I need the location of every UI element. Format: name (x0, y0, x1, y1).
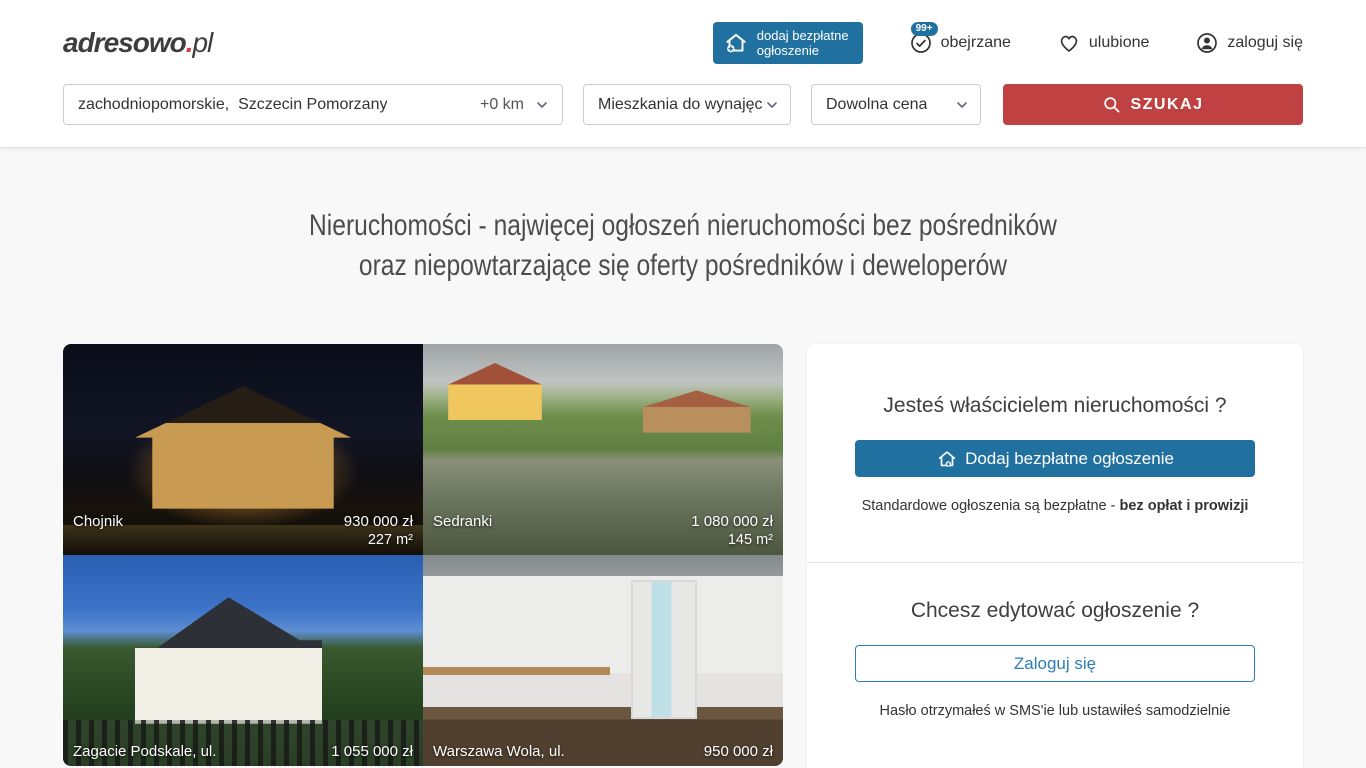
add-listing-label: dodaj bezpłatneogłoszenie (757, 28, 849, 58)
logo-tld: pl (192, 27, 212, 58)
listing-price: 950 000 zł (704, 742, 773, 761)
chevron-down-icon (764, 97, 780, 113)
listing-card[interactable]: Chojnik 930 000 zł 227 m² (63, 344, 423, 555)
logo[interactable]: adresowo.pl (63, 27, 212, 59)
sidebar-login-button[interactable]: Zaloguj się (855, 645, 1255, 682)
listing-photo-white-kitchen (423, 555, 783, 766)
viewed-count-badge: 99+ (911, 22, 938, 36)
chevron-down-icon (534, 97, 550, 113)
owner-heading: Jesteś właścicielem nieruchomości ? (855, 394, 1255, 418)
listing-card[interactable]: Sedranki 1 080 000 zł 145 m² (423, 344, 783, 555)
category-select[interactable]: Mieszkania do wynajęc (583, 84, 791, 125)
listing-caption: Chojnik 930 000 zł 227 m² (63, 510, 423, 555)
page-title: Nieruchomości - najwięcej ogłoszeń nieru… (63, 206, 1303, 286)
listing-name: Chojnik (73, 512, 344, 531)
listing-photo-white-house-fence (63, 555, 423, 766)
listing-name: Zagacie Podskale, ul. (73, 742, 331, 761)
viewed-label: obejrzane (941, 34, 1011, 52)
location-input[interactable]: zachodniopomorskie, Szczecin Pomorzany +… (63, 84, 563, 125)
location-value: zachodniopomorskie, Szczecin Pomorzany (78, 96, 387, 114)
sidebar-add-listing-label: Dodaj bezpłatne ogłoszenie (965, 449, 1174, 469)
sidebar: Jesteś właścicielem nieruchomości ? Doda… (807, 344, 1303, 768)
listing-price: 930 000 zł (344, 512, 413, 531)
listing-name: Warszawa Wola, ul. (433, 742, 704, 761)
user-circle-icon (1195, 31, 1219, 55)
category-value: Mieszkania do wynajęc (598, 96, 763, 114)
owner-section: Jesteś właścicielem nieruchomości ? Doda… (807, 344, 1303, 562)
search-button-label: SZUKAJ (1130, 96, 1203, 114)
search-bar: zachodniopomorskie, Szczecin Pomorzany +… (63, 84, 1303, 125)
listing-caption: Warszawa Wola, ul. 950 000 zł (423, 740, 783, 766)
radius-value: +0 km (480, 96, 524, 114)
header: adresowo.pl dodaj bezpłatneogłoszenie (0, 0, 1366, 148)
search-button[interactable]: SZUKAJ (1003, 84, 1303, 125)
listing-card[interactable]: Warszawa Wola, ul. 950 000 zł (423, 555, 783, 766)
sidebar-add-listing-button[interactable]: Dodaj bezpłatne ogłoszenie (855, 440, 1255, 477)
listing-area: 227 m² (344, 531, 413, 550)
viewed-button[interactable]: 99+ obejrzane (909, 31, 1011, 55)
check-circle-icon: 99+ (909, 31, 933, 55)
edit-note: Hasło otrzymałeś w SMS'ie lub ustawiłeś … (855, 703, 1255, 719)
login-label: zaloguj się (1227, 34, 1303, 52)
page-title-line1: Nieruchomości - najwięcej ogłoszeń nieru… (175, 206, 1192, 246)
listing-name: Sedranki (433, 512, 691, 531)
edit-heading: Chcesz edytować ogłoszenie ? (855, 599, 1255, 623)
house-plus-icon (723, 30, 749, 56)
sidebar-login-label: Zaloguj się (1014, 654, 1096, 674)
magnifier-icon (1102, 95, 1121, 114)
listing-area: 145 m² (691, 531, 773, 550)
radius-dropdown[interactable]: +0 km (480, 96, 550, 114)
edit-section: Chcesz edytować ogłoszenie ? Zaloguj się… (807, 562, 1303, 767)
header-actions: dodaj bezpłatneogłoszenie 99+ obejrzane (713, 22, 1303, 64)
favorites-label: ulubione (1089, 34, 1150, 52)
add-listing-button[interactable]: dodaj bezpłatneogłoszenie (713, 22, 863, 64)
listing-price: 1 055 000 zł (331, 742, 413, 761)
listing-card[interactable]: Zagacie Podskale, ul. 1 055 000 zł (63, 555, 423, 766)
owner-note: Standardowe ogłoszenia są bezpłatne - be… (855, 498, 1255, 514)
login-button[interactable]: zaloguj się (1195, 31, 1303, 55)
chevron-down-icon (954, 97, 970, 113)
logo-name: adresowo (63, 27, 186, 58)
listing-price: 1 080 000 zł (691, 512, 773, 531)
listing-caption: Zagacie Podskale, ul. 1 055 000 zł (63, 740, 423, 766)
heart-icon (1057, 31, 1081, 55)
price-select[interactable]: Dowolna cena (811, 84, 981, 125)
favorites-button[interactable]: ulubione (1057, 31, 1150, 55)
page-title-line2: oraz niepowtarzające się oferty pośredni… (175, 246, 1192, 286)
listings-grid: Chojnik 930 000 zł 227 m² Sedranki 1 080… (63, 344, 783, 766)
listing-caption: Sedranki 1 080 000 zł 145 m² (423, 510, 783, 555)
house-plus-icon (936, 448, 958, 470)
price-value: Dowolna cena (826, 96, 927, 114)
